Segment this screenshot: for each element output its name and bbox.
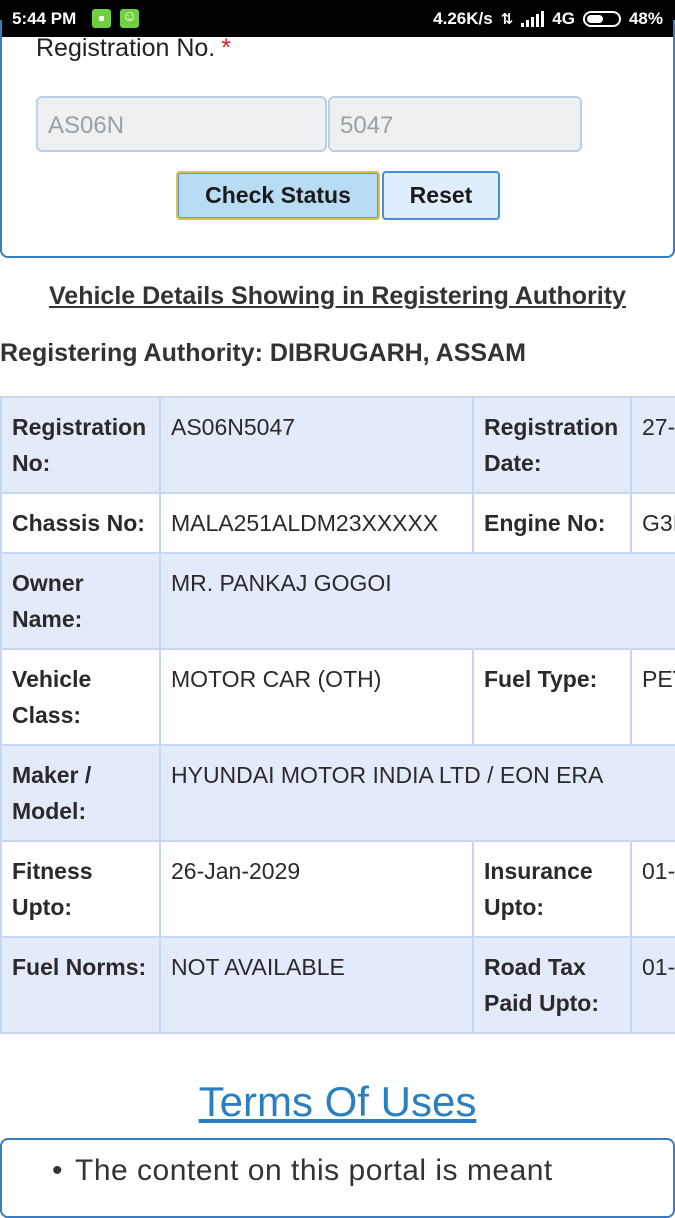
terms-item-text: The content on this portal is meant (75, 1154, 553, 1187)
bullet-icon: • (52, 1154, 64, 1187)
cell-value: 26-Jan-2029 (159, 840, 474, 938)
details-clip: Registration No: AS06N5047 Registration … (0, 0, 675, 1200)
cell-label: Registration No: (0, 396, 161, 494)
cell-value: 01- (630, 840, 675, 938)
cell-value: MR. PANKAJ GOGOI (159, 552, 675, 650)
cell-label: Owner Name: (0, 552, 161, 650)
table-row: Registration No: AS06N5047 Registration … (0, 396, 675, 494)
cell-value: 27- (630, 396, 675, 494)
cell-label: Vehicle Class: (0, 648, 161, 746)
table-row: Maker / Model: HYUNDAI MOTOR INDIA LTD /… (0, 744, 675, 842)
cell-label: Chassis No: (0, 492, 161, 554)
cell-label: Road Tax Paid Upto: (472, 936, 632, 1034)
terms-of-use-link[interactable]: Terms Of Uses (0, 1078, 675, 1126)
cell-label: Fitness Upto: (0, 840, 161, 938)
cell-label: Engine No: (472, 492, 632, 554)
cell-value: MOTOR CAR (OTH) (159, 648, 474, 746)
cell-label: Insurance Upto: (472, 840, 632, 938)
cell-label: Fuel Type: (472, 648, 632, 746)
cell-value: PET (630, 648, 675, 746)
cell-value: 01- (630, 936, 675, 1034)
cell-label: Fuel Norms: (0, 936, 161, 1034)
terms-box: • The content on this portal is meant (0, 1138, 675, 1218)
cell-value: AS06N5047 (159, 396, 474, 494)
table-row: Fuel Norms: NOT AVAILABLE Road Tax Paid … (0, 936, 675, 1034)
terms-list-item: • The content on this portal is meant (52, 1154, 553, 1188)
table-row: Chassis No: MALA251ALDM23XXXXX Engine No… (0, 492, 675, 554)
table-row: Vehicle Class: MOTOR CAR (OTH) Fuel Type… (0, 648, 675, 746)
cell-value: HYUNDAI MOTOR INDIA LTD / EON ERA (159, 744, 675, 842)
table-row: Fitness Upto: 26-Jan-2029 Insurance Upto… (0, 840, 675, 938)
cell-label: Maker / Model: (0, 744, 161, 842)
cell-value: MALA251ALDM23XXXXX (159, 492, 474, 554)
vehicle-details-table: Registration No: AS06N5047 Registration … (0, 396, 675, 1034)
cell-label: Registration Date: (472, 396, 632, 494)
cell-value: NOT AVAILABLE (159, 936, 474, 1034)
table-row: Owner Name: MR. PANKAJ GOGOI (0, 552, 675, 650)
cell-value: G3I (630, 492, 675, 554)
